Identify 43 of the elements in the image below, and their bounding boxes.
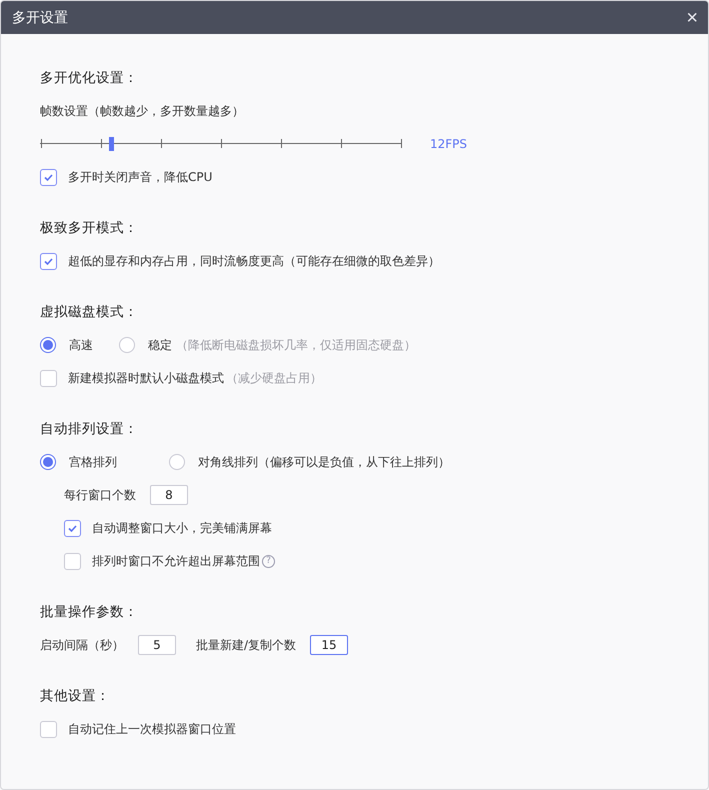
slider-label: 帧数设置（帧数越少，多开数量越多） [40, 102, 244, 120]
slider-track[interactable] [40, 134, 402, 154]
checkbox[interactable] [64, 520, 81, 536]
checkbox[interactable] [40, 720, 57, 738]
checkbox[interactable] [40, 370, 57, 386]
radio-label: 高速 [69, 336, 93, 354]
radio-label: 稳定 [148, 336, 172, 354]
section-title: 多开优化设置： [40, 69, 139, 88]
section-title: 其他设置： [40, 687, 111, 706]
radio-label: 对角线排列（偏移可以是负值，从下往上排列） [198, 454, 450, 470]
section-title: 自动排列设置： [40, 420, 139, 439]
number-field[interactable]: 8 [150, 485, 188, 505]
number-field[interactable]: 15 [310, 635, 348, 655]
radio-button[interactable] [40, 454, 56, 470]
slider-reading: 12FPS [430, 137, 468, 151]
checkbox[interactable] [64, 552, 81, 570]
radio-button[interactable] [119, 337, 135, 353]
slider-thumb[interactable] [108, 137, 114, 151]
checkbox[interactable] [40, 252, 57, 270]
radio-button[interactable] [40, 337, 56, 353]
close-button[interactable]: × [686, 8, 698, 28]
section-title: 极致多开模式： [40, 219, 139, 238]
check-icon [43, 256, 54, 266]
field-label: 启动间隔（秒） [40, 636, 124, 654]
window-title: 多开设置 [12, 8, 68, 26]
checkbox-label: 自动记住上一次模拟器窗口位置 [68, 720, 236, 738]
checkbox-label: 超低的显存和内存占用，同时流畅度更高（可能存在细微的取色差异） [68, 252, 440, 270]
field-label: 批量新建/复制个数 [196, 636, 296, 654]
section-title: 虚拟磁盘模式： [40, 303, 139, 322]
field-label: 每行窗口个数 [64, 486, 136, 504]
checkbox-label: 自动调整窗口大小，完美铺满屏幕 [92, 520, 272, 536]
radio-button[interactable] [169, 454, 185, 470]
check-icon [43, 172, 54, 182]
checkbox-label: 多开时关闭声音，降低CPU [68, 168, 212, 186]
checkbox-label: 排列时窗口不允许超出屏幕范围 [92, 552, 260, 570]
number-field[interactable]: 5 [138, 635, 176, 655]
section-title: 批量操作参数： [40, 603, 139, 622]
radio-label: 宫格排列 [69, 454, 117, 470]
check-icon [67, 522, 78, 534]
hint-text: （降低断电磁盘损坏几率，仅适用固态硬盘） [176, 336, 416, 354]
checkbox-label: 新建模拟器时默认小磁盘模式 [68, 370, 224, 386]
checkbox[interactable] [40, 168, 57, 186]
hint-text: （减少硬盘占用） [226, 370, 322, 386]
